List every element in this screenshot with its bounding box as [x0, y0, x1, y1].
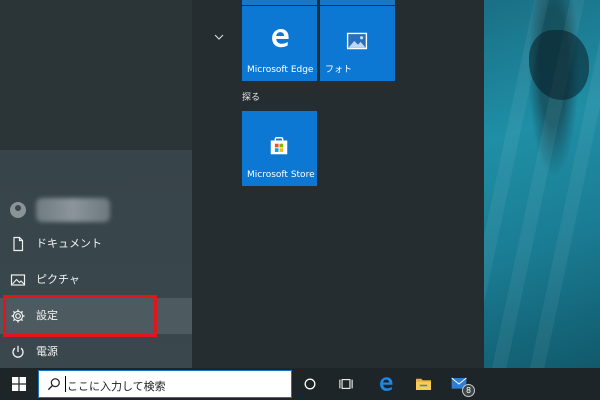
mail-unread-badge: 8: [462, 384, 475, 397]
gear-icon: [11, 309, 25, 323]
tile-label: フォト: [325, 65, 353, 75]
user-avatar-icon: [10, 202, 26, 218]
tile-partial-top-left[interactable]: [242, 0, 317, 5]
tile-label: Microsoft Store: [247, 170, 315, 180]
taskbar: ここに入力して検索 8: [0, 368, 600, 400]
search-placeholder: ここに入力して検索: [67, 380, 166, 393]
start-menu: ドキュメント ピクチャ 設定 電源 Microsoft Edge フォト 探る …: [0, 0, 484, 368]
text-caret: [65, 376, 66, 392]
store-icon: [270, 137, 288, 155]
rail-item-documents[interactable]: ドキュメント: [0, 226, 192, 262]
power-icon: [12, 345, 24, 358]
taskbar-file-explorer-button[interactable]: [406, 368, 442, 400]
search-icon: [47, 378, 60, 391]
tile-partial-top-right[interactable]: [320, 0, 395, 5]
document-icon: [13, 236, 24, 252]
chevron-up-icon[interactable]: [213, 32, 225, 42]
user-name-blurred: [36, 198, 110, 222]
rail-user-account[interactable]: [0, 192, 192, 228]
taskbar-search-box[interactable]: ここに入力して検索: [38, 370, 292, 398]
windows-logo-icon: [12, 377, 26, 391]
taskbar-mail-button[interactable]: 8: [442, 368, 478, 400]
rail-item-pictures[interactable]: ピクチャ: [0, 262, 192, 298]
rail-item-power[interactable]: 電源: [0, 334, 192, 370]
rail-item-label: 電源: [36, 345, 58, 358]
rail-item-settings[interactable]: 設定: [0, 298, 192, 334]
tile-group-label: 探る: [242, 93, 261, 103]
tile-microsoft-store[interactable]: Microsoft Store: [242, 111, 317, 186]
start-left-rail: ドキュメント ピクチャ 設定 電源: [0, 0, 192, 368]
edge-icon: [272, 29, 289, 48]
cortana-button[interactable]: [292, 368, 328, 400]
task-view-icon: [339, 379, 353, 389]
tile-label: Microsoft Edge: [247, 65, 314, 75]
tile-photos[interactable]: フォト: [320, 6, 395, 81]
folder-icon: [416, 378, 431, 390]
picture-icon: [10, 274, 26, 286]
rail-item-label: ピクチャ: [36, 273, 80, 286]
rail-item-label: 設定: [36, 309, 58, 322]
desktop-wallpaper: [484, 0, 600, 368]
edge-icon: [380, 377, 393, 391]
cortana-icon: [304, 378, 316, 390]
task-view-button[interactable]: [328, 368, 364, 400]
rail-item-label: ドキュメント: [36, 237, 102, 250]
taskbar-edge-button[interactable]: [368, 368, 404, 400]
photos-icon: [346, 32, 368, 50]
tile-microsoft-edge[interactable]: Microsoft Edge: [242, 6, 317, 81]
wallpaper-swimmer: [529, 30, 589, 100]
start-button[interactable]: [0, 368, 38, 400]
